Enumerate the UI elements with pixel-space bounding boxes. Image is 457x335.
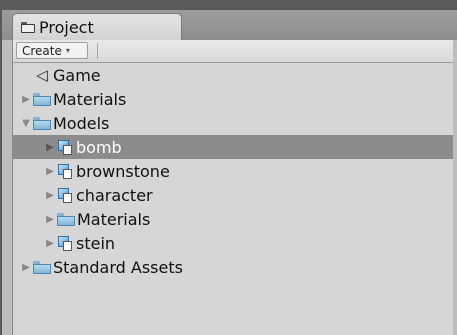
tree-item-label: Models	[53, 113, 110, 133]
model-icon	[57, 163, 73, 179]
expand-arrow-icon[interactable]: ▶	[43, 190, 57, 201]
tree-item-label: Standard Assets	[53, 257, 183, 277]
tree-item[interactable]: ▼ Models	[13, 111, 453, 135]
expand-arrow-icon[interactable]: ▶	[43, 214, 57, 225]
scene-icon: ◁	[36, 66, 48, 84]
expand-arrow-icon[interactable]: ▶	[19, 94, 33, 105]
folder-icon	[33, 116, 51, 130]
project-toolbar: Create ▾	[13, 40, 453, 63]
expand-arrow-icon[interactable]: ▶	[43, 142, 57, 153]
collapse-arrow-icon[interactable]: ▼	[19, 118, 33, 129]
tab-project-label: Project	[39, 18, 94, 37]
tree-item[interactable]: ▶ character	[13, 183, 453, 207]
tree-item[interactable]: ▶ brownstone	[13, 159, 453, 183]
folder-icon	[21, 22, 35, 33]
expand-arrow-icon[interactable]: ▶	[43, 166, 57, 177]
folder-icon	[33, 260, 51, 274]
tree-item-label: bomb	[76, 137, 122, 157]
create-button-label: Create	[22, 43, 62, 58]
toolbar-divider	[97, 43, 98, 59]
chevron-down-icon: ▾	[65, 46, 70, 55]
model-icon	[57, 187, 73, 203]
expand-arrow-icon[interactable]: ▶	[19, 262, 33, 273]
tree-item-label: Materials	[77, 209, 151, 229]
tree-item[interactable]: ▶ Materials	[13, 207, 453, 231]
model-icon	[57, 139, 73, 155]
project-window: Project Create ▾ ◁ Game ▶ Materials ▼ Models ▶…	[2, 10, 457, 335]
expand-arrow-icon[interactable]: ▶	[43, 238, 57, 249]
tree-item[interactable]: ◁ Game	[13, 63, 453, 87]
project-panel: Create ▾ ◁ Game ▶ Materials ▼ Models ▶ bomb ▶ bro…	[12, 40, 453, 335]
tree-item-label: brownstone	[76, 161, 170, 181]
tree-item-label: character	[76, 185, 153, 205]
folder-icon	[57, 212, 75, 226]
asset-tree: ◁ Game ▶ Materials ▼ Models ▶ bomb ▶ brownstone ▶ c…	[13, 63, 453, 279]
tree-item-label: Materials	[53, 89, 127, 109]
tree-item[interactable]: ▶ Materials	[13, 87, 453, 111]
folder-icon	[33, 92, 51, 106]
tree-item[interactable]: ▶ bomb	[13, 135, 453, 159]
tab-project[interactable]: Project	[12, 13, 182, 41]
model-icon	[57, 235, 73, 251]
create-button[interactable]: Create ▾	[16, 42, 88, 59]
tree-item-label: Game	[53, 65, 101, 85]
tree-item-label: stein	[76, 233, 116, 253]
tree-item[interactable]: ▶ Standard Assets	[13, 255, 453, 279]
tree-item[interactable]: ▶ stein	[13, 231, 453, 255]
